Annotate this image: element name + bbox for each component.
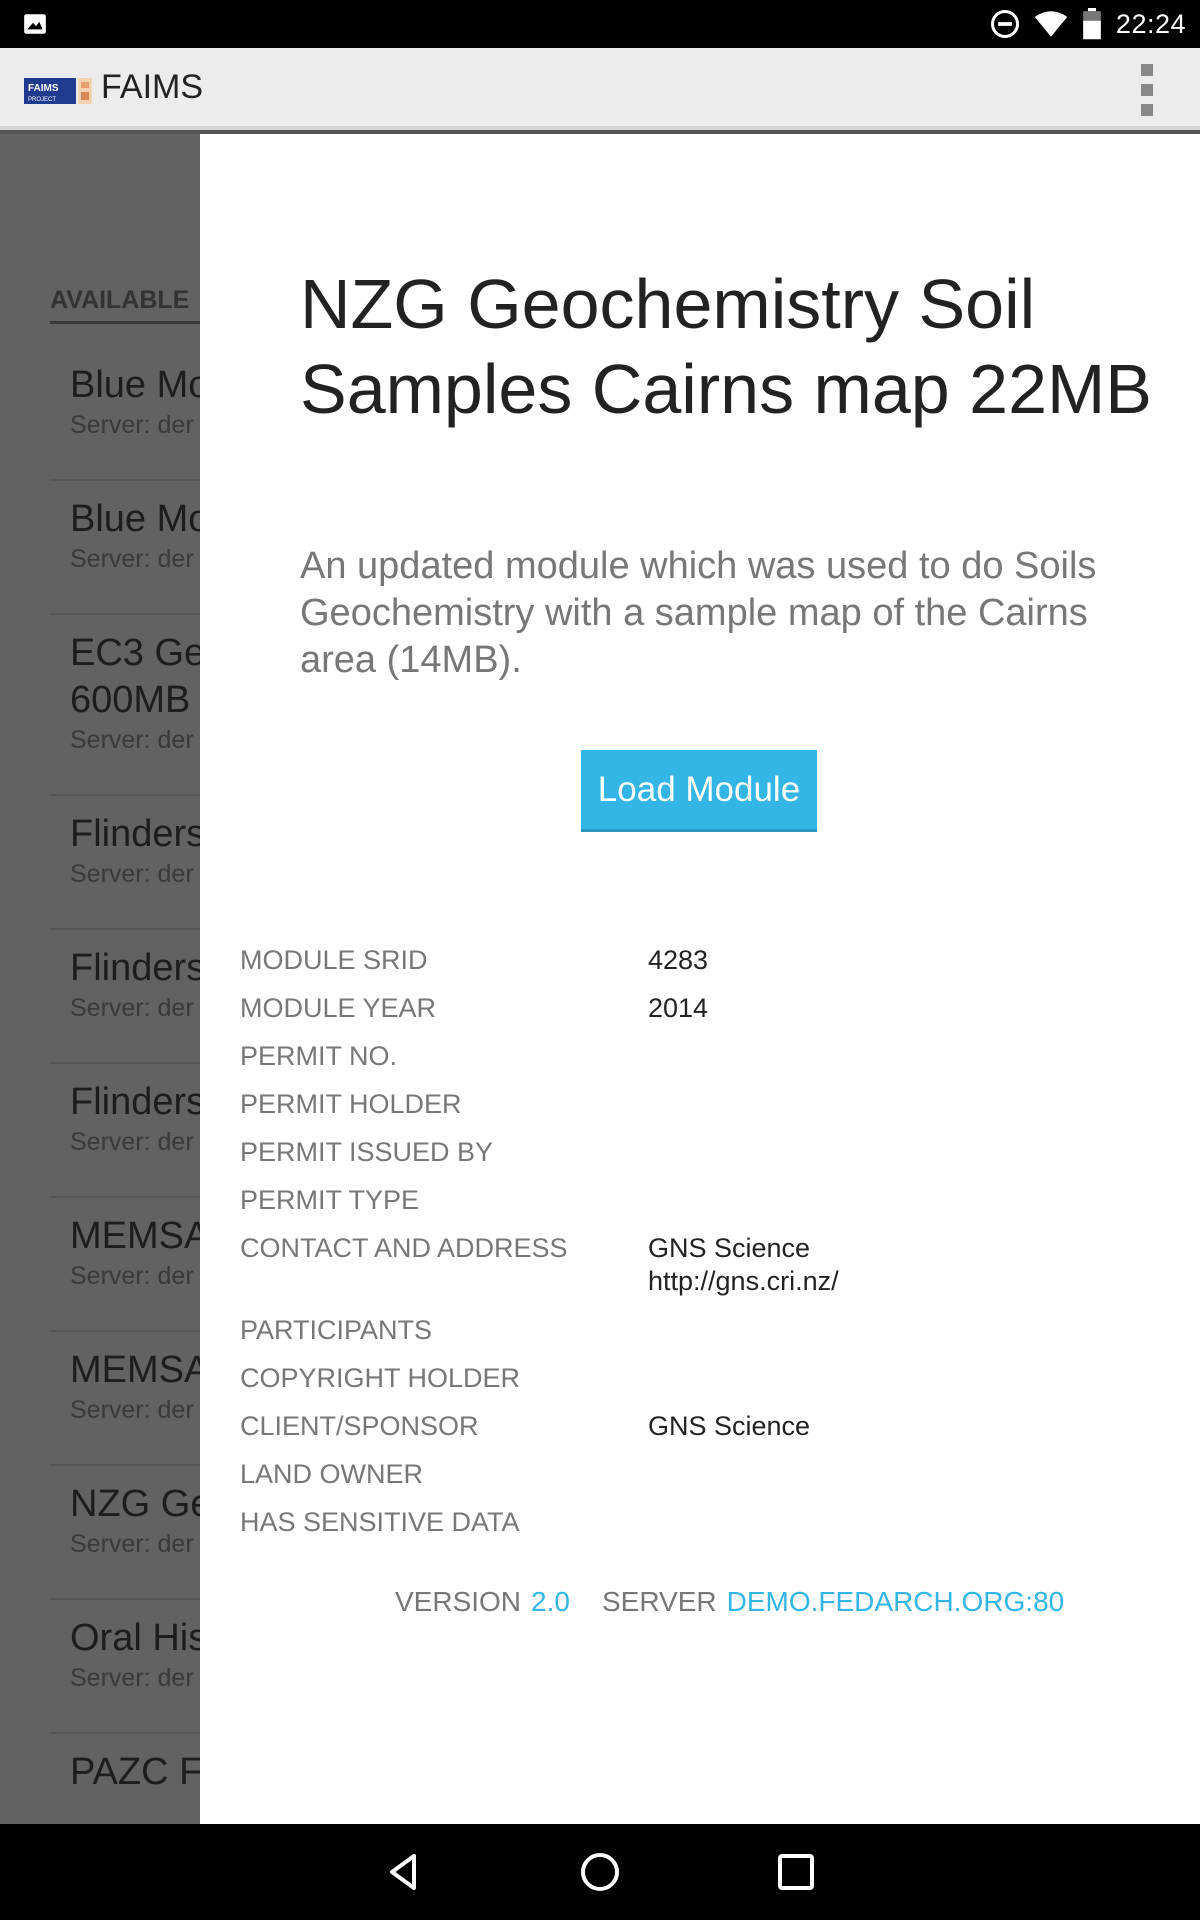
metadata-row: CLIENT/SPONSOR GNS Science [240,1411,811,1441]
metadata-row: PARTICIPANTS [240,1315,433,1345]
list-item[interactable]: MEMSA Server: der [50,1198,200,1332]
home-icon[interactable] [576,1848,624,1896]
faims-logo: FAIMS PROJECT [24,78,92,104]
app-bar: FAIMS PROJECT FAIMS [0,48,1200,130]
module-footer: VERSION 2.0 SERVER DEMO.FEDARCH.ORG:80 [395,1586,1086,1618]
contact-name: GNS Science [648,1233,811,1263]
metadata-row: CONTACT AND ADDRESS GNS Science http://g… [240,1233,839,1296]
module-details-dialog: NZG Geochemistry Soil Samples Cairns map… [200,134,1200,1824]
metadata-row: COPYRIGHT HOLDER [240,1363,521,1393]
clock: 22:24 [1115,8,1186,39]
image-icon [24,14,46,34]
server-value: DEMO.FEDARCH.ORG:80 [726,1586,1065,1617]
metadata-row: PERMIT NO. [240,1041,398,1071]
list-item[interactable]: EC3 Ge 600MB Server: der [50,615,200,796]
list-item[interactable]: PAZC F [50,1734,200,1824]
list-item[interactable]: Flinders Server: der [50,796,200,930]
server-label: SERVER [601,1586,717,1617]
recents-icon[interactable] [772,1848,820,1896]
module-description: An updated module which was used to do S… [300,545,1097,681]
metadata-row: PERMIT HOLDER [240,1089,462,1119]
metadata-row: MODULE YEAR 2014 [240,993,709,1023]
battery-icon [1083,8,1101,40]
svg-text:FAIMS: FAIMS [28,83,59,94]
svg-text:PROJECT: PROJECT [28,97,56,103]
list-item[interactable]: Oral His Server: der [50,1600,200,1734]
navigation-bar [0,1824,1200,1920]
metadata-row: PERMIT TYPE [240,1185,420,1215]
version-value: 2.0 [531,1586,570,1617]
list-item[interactable]: Flinders Server: der [50,930,200,1064]
module-list-background: AVAILABLE Blue Mo Server: der Blue Mo Se… [0,134,200,1824]
contact-url: http://gns.cri.nz/ [648,1266,839,1296]
app-title: FAIMS [101,68,204,106]
module-metadata-table: MODULE SRID 4283 MODULE YEAR 2014 PERMIT… [240,936,1140,1546]
list-item[interactable]: MEMSA Server: der [50,1332,200,1466]
metadata-row: HAS SENSITIVE DATA [240,1507,520,1537]
load-module-button[interactable]: Load Module [581,750,817,832]
wifi-icon [1034,11,1068,37]
status-bar: 22:24 [0,0,1200,48]
metadata-row: PERMIT ISSUED BY [240,1137,494,1167]
section-header: AVAILABLE [50,286,200,324]
list-item[interactable]: Flinders Server: der [50,1064,200,1198]
do-not-disturb-icon [990,10,1019,38]
more-vert-icon[interactable] [1140,64,1154,116]
list-item[interactable]: Blue Mo Server: der [50,347,200,481]
list-item[interactable]: NZG Ge Server: der [50,1466,200,1600]
module-title: NZG Geochemistry Soil Samples Cairns map… [300,265,1152,428]
metadata-row: LAND OWNER [240,1459,424,1489]
list-item[interactable]: Blue Mo Server: der [50,481,200,615]
metadata-row: MODULE SRID 4283 [240,945,709,975]
version-label: VERSION [395,1586,522,1617]
back-icon[interactable] [380,1848,428,1896]
